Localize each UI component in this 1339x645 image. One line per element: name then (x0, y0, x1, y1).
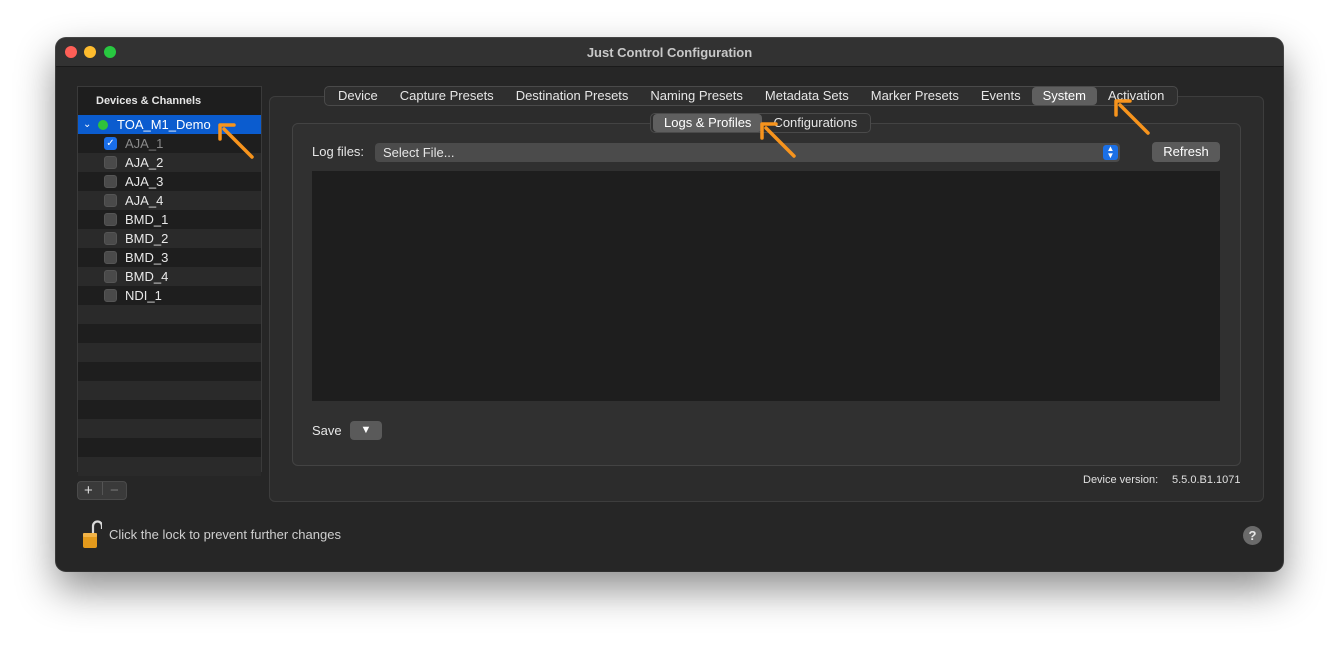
device-label: TOA_M1_Demo (117, 117, 211, 132)
tab-system[interactable]: System (1031, 87, 1097, 105)
channel-row-aja-3[interactable]: AJA_3 (78, 172, 261, 191)
sidebar-header: Devices & Channels (96, 95, 202, 107)
annotation-arrow-icon (218, 123, 254, 159)
tab-naming-presets[interactable]: Naming Presets (639, 87, 753, 105)
refresh-button[interactable]: Refresh (1152, 142, 1220, 162)
title-bar: Just Control Configuration (56, 38, 1283, 67)
remove-device-button[interactable]: − (110, 482, 119, 499)
tab-device[interactable]: Device (327, 87, 389, 105)
tab-marker-presets[interactable]: Marker Presets (860, 87, 970, 105)
empty-row (78, 457, 261, 476)
status-dot-icon (98, 120, 108, 130)
channel-row-ndi-1[interactable]: NDI_1 (78, 286, 261, 305)
save-label: Save (312, 423, 342, 438)
channel-label: BMD_3 (125, 250, 169, 265)
chevron-down-icon[interactable]: ⌄ (83, 115, 91, 134)
app-window: Just Control Configuration Devices & Cha… (56, 38, 1283, 571)
channel-label: BMD_1 (125, 212, 169, 227)
channel-checkbox-ndi-1[interactable] (104, 289, 117, 302)
chevron-up-down-icon[interactable]: ▲ ▼ (1103, 145, 1118, 160)
channel-checkbox-aja-1[interactable]: ✓ (104, 137, 117, 150)
add-device-button[interactable]: + (84, 482, 93, 499)
log-files-label: Log files: (312, 144, 365, 159)
lock-icon[interactable] (82, 519, 102, 549)
channel-checkbox-aja-4[interactable] (104, 194, 117, 207)
device-version-label: Device version: (1083, 474, 1159, 486)
lock-hint-text: Click the lock to prevent further change… (109, 527, 341, 542)
annotation-arrow-icon (760, 122, 796, 158)
channel-checkbox-bmd-3[interactable] (104, 251, 117, 264)
channel-checkbox-aja-2[interactable] (104, 156, 117, 169)
channel-label: BMD_2 (125, 231, 169, 246)
channel-checkbox-bmd-2[interactable] (104, 232, 117, 245)
help-button[interactable]: ? (1243, 526, 1262, 545)
window-title: Just Control Configuration (586, 45, 753, 60)
channel-row-bmd-2[interactable]: BMD_2 (78, 229, 261, 248)
channel-row-aja-4[interactable]: AJA_4 (78, 191, 261, 210)
channel-label: AJA_4 (125, 193, 164, 208)
empty-row (78, 305, 261, 324)
divider (102, 482, 103, 495)
tab-logs-profiles[interactable]: Logs & Profiles (653, 114, 763, 132)
empty-row (78, 400, 261, 419)
channel-label: AJA_3 (125, 174, 164, 189)
log-content-area[interactable] (312, 171, 1220, 401)
tab-capture-presets[interactable]: Capture Presets (389, 87, 505, 105)
channel-checkbox-aja-3[interactable] (104, 175, 117, 188)
empty-row (78, 419, 261, 438)
tab-events[interactable]: Events (970, 87, 1032, 105)
channel-label: NDI_1 (125, 288, 162, 303)
empty-row (78, 438, 261, 457)
main-tabs: Device Capture Presets Destination Prese… (324, 86, 1179, 106)
empty-row (78, 381, 261, 400)
channel-label: AJA_2 (125, 155, 164, 170)
channel-row-bmd-1[interactable]: BMD_1 (78, 210, 261, 229)
channel-label: AJA_1 (125, 136, 164, 151)
channel-row-bmd-3[interactable]: BMD_3 (78, 248, 261, 267)
channel-checkbox-bmd-1[interactable] (104, 213, 117, 226)
log-file-select[interactable]: Select File... ▲ ▼ (375, 143, 1120, 162)
channel-checkbox-bmd-4[interactable] (104, 270, 117, 283)
channel-row-bmd-4[interactable]: BMD_4 (78, 267, 261, 286)
empty-row (78, 343, 261, 362)
empty-row (78, 362, 261, 381)
tab-metadata-sets[interactable]: Metadata Sets (754, 87, 860, 105)
annotation-arrow-icon (1114, 99, 1150, 135)
save-menu-button[interactable]: ▼ (350, 421, 382, 440)
add-remove-control: + − (77, 481, 127, 500)
device-version-value: 5.5.0.B1.1071 (1172, 474, 1241, 486)
channel-label: BMD_4 (125, 269, 169, 284)
tab-destination-presets[interactable]: Destination Presets (505, 87, 640, 105)
empty-row (78, 324, 261, 343)
log-file-select-value: Select File... (383, 145, 455, 160)
